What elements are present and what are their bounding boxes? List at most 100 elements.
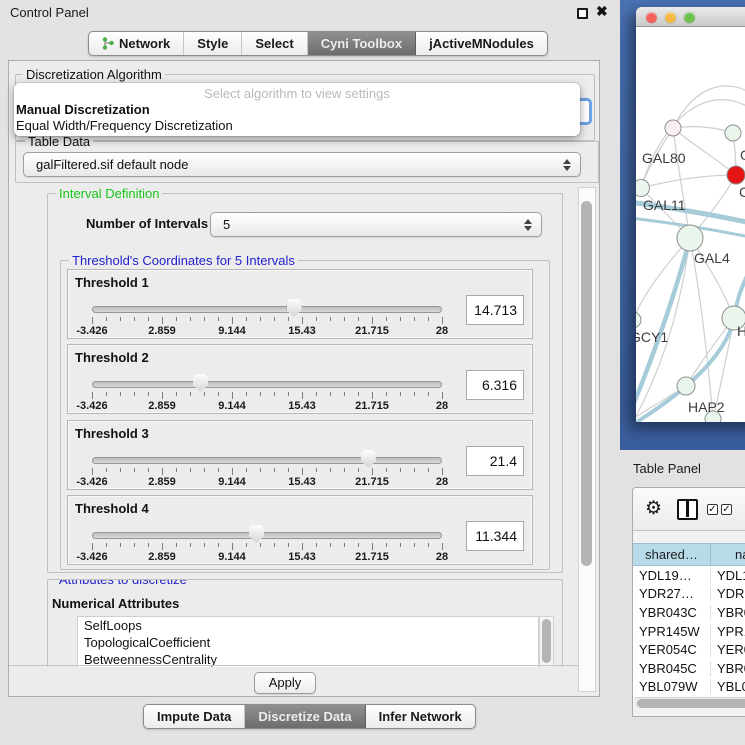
tick-mark bbox=[134, 468, 135, 472]
tick-mark bbox=[162, 543, 163, 550]
table-horizontal-scrollbar[interactable] bbox=[635, 697, 745, 708]
slider-track[interactable] bbox=[92, 457, 442, 464]
network-node-gal11[interactable] bbox=[636, 180, 650, 197]
slider-handle[interactable] bbox=[193, 374, 208, 392]
checkbox-icon[interactable]: ✓ bbox=[721, 504, 732, 515]
network-node-gcy1[interactable] bbox=[636, 312, 641, 328]
tick-mark bbox=[190, 392, 191, 396]
cell-name: YPR1 bbox=[711, 624, 745, 639]
algorithm-groupbox-title: Discretization Algorithm bbox=[23, 67, 165, 82]
number-of-intervals-combobox[interactable]: 5 bbox=[210, 212, 542, 237]
slider-handle[interactable] bbox=[287, 299, 302, 317]
table-rows: YDL19…YDL1YDR27…YDR2YBR043CYBR0YPR145WYP… bbox=[633, 566, 745, 697]
close-traffic-light-icon[interactable] bbox=[646, 12, 657, 23]
cell-shared-name: YDR27… bbox=[633, 586, 711, 601]
checkbox-icon[interactable]: ✓ bbox=[707, 504, 718, 515]
network-window-titlebar bbox=[636, 7, 745, 27]
network-node-selected-node[interactable] bbox=[727, 166, 745, 184]
tick-mark bbox=[190, 317, 191, 321]
tick-mark bbox=[260, 468, 261, 472]
combo-arrows-icon bbox=[563, 159, 571, 171]
zoom-traffic-light-icon[interactable] bbox=[684, 12, 695, 23]
network-node-gal80[interactable] bbox=[665, 120, 681, 136]
tick-mark bbox=[442, 468, 443, 475]
threshold-value-field[interactable]: 11.344 bbox=[466, 521, 524, 551]
network-edge bbox=[636, 238, 690, 320]
tab-infer-network[interactable]: Infer Network bbox=[366, 705, 475, 728]
tab-network[interactable]: Network bbox=[89, 32, 184, 55]
tab-select[interactable]: Select bbox=[242, 32, 307, 55]
tick-mark bbox=[120, 468, 121, 472]
scrollbar-thumb[interactable] bbox=[637, 699, 745, 708]
threshold-value-field[interactable]: 21.4 bbox=[466, 446, 524, 476]
tick-mark bbox=[260, 317, 261, 321]
column-header-2[interactable]: na bbox=[711, 543, 745, 566]
tick-mark bbox=[414, 392, 415, 396]
tick-mark bbox=[106, 468, 107, 472]
float-window-icon[interactable] bbox=[577, 8, 588, 19]
slider-handle[interactable] bbox=[249, 525, 264, 543]
control-panel-window: Control Panel ✖ NetworkStyleSelectCyni T… bbox=[0, 0, 614, 745]
settings-vertical-scrollbar[interactable] bbox=[578, 187, 596, 692]
table-row[interactable]: YPR145WYPR1 bbox=[633, 622, 745, 641]
table-data-combobox[interactable]: galFiltered.sif default node bbox=[23, 152, 581, 177]
tick-mark bbox=[400, 317, 401, 321]
slider-track[interactable] bbox=[92, 306, 442, 313]
table-row[interactable]: YDR27…YDR2 bbox=[633, 585, 745, 604]
algorithm-option-manual-discretization[interactable]: Manual Discretization bbox=[16, 102, 150, 117]
tick-mark bbox=[428, 543, 429, 547]
cell-shared-name: YBR043C bbox=[633, 605, 711, 620]
scrollbar-thumb[interactable] bbox=[581, 201, 592, 566]
table-row[interactable]: YBL079WYBL0 bbox=[633, 678, 745, 697]
column-header-1[interactable]: shared… bbox=[633, 543, 711, 566]
tick-label: -3.426 bbox=[57, 400, 127, 412]
network-view-window[interactable]: GAL80GACGAL11GAL4GCY1HHAP2 bbox=[636, 7, 745, 422]
tick-label: 9.144 bbox=[197, 476, 267, 488]
columns-icon[interactable] bbox=[677, 499, 698, 520]
tick-mark bbox=[134, 392, 135, 396]
slider-track[interactable] bbox=[92, 381, 442, 388]
tick-mark bbox=[176, 317, 177, 321]
tick-mark bbox=[232, 317, 233, 324]
threshold-value-field[interactable]: 6.316 bbox=[466, 370, 524, 400]
apply-button[interactable]: Apply bbox=[254, 672, 316, 694]
tick-mark bbox=[372, 468, 373, 475]
table-row[interactable]: YDL19…YDL1 bbox=[633, 566, 745, 585]
threshold-value-field[interactable]: 14.713 bbox=[466, 295, 524, 325]
attribute-item-selfloops[interactable]: SelfLoops bbox=[78, 617, 538, 634]
tick-mark bbox=[232, 392, 233, 399]
tick-mark bbox=[106, 543, 107, 547]
cell-shared-name: YDL19… bbox=[633, 568, 711, 583]
table-row[interactable]: YBR043CYBR0 bbox=[633, 603, 745, 622]
slider-handle[interactable] bbox=[361, 450, 376, 468]
network-node-gal4[interactable] bbox=[677, 225, 703, 251]
tab-impute-data[interactable]: Impute Data bbox=[144, 705, 245, 728]
table-row[interactable]: YBR045CYBR0 bbox=[633, 659, 745, 678]
network-node-hap2[interactable] bbox=[677, 377, 695, 395]
cell-name: YBR0 bbox=[711, 661, 745, 676]
attributes-scrollbar[interactable] bbox=[539, 616, 554, 667]
tab-cyni-toolbox[interactable]: Cyni Toolbox bbox=[308, 32, 416, 55]
cell-name: YER0 bbox=[711, 642, 745, 657]
tick-mark bbox=[316, 317, 317, 321]
numerical-attributes-list[interactable]: SelfLoopsTopologicalCoefficientBetweenne… bbox=[77, 616, 539, 667]
network-node-node[interactable] bbox=[725, 125, 741, 141]
network-canvas[interactable]: GAL80GACGAL11GAL4GCY1HHAP2 bbox=[636, 27, 745, 422]
minimize-traffic-light-icon[interactable] bbox=[665, 12, 676, 23]
tick-mark bbox=[246, 392, 247, 396]
scrollbar-thumb[interactable] bbox=[542, 619, 551, 663]
tick-mark bbox=[414, 468, 415, 472]
attribute-item-topologicalcoefficient[interactable]: TopologicalCoefficient bbox=[78, 634, 538, 651]
close-icon[interactable]: ✖ bbox=[596, 3, 608, 20]
gear-icon[interactable]: ⚙ bbox=[645, 497, 662, 520]
tab-discretize-data[interactable]: Discretize Data bbox=[245, 705, 365, 728]
tick-mark bbox=[400, 543, 401, 547]
tick-label: 28 bbox=[407, 551, 477, 563]
table-row[interactable]: YER054CYER0 bbox=[633, 640, 745, 659]
tab-style[interactable]: Style bbox=[184, 32, 242, 55]
tick-mark bbox=[232, 543, 233, 550]
tab-jactivemnodules[interactable]: jActiveMNodules bbox=[416, 32, 547, 55]
slider-track[interactable] bbox=[92, 532, 442, 539]
panel-divider bbox=[9, 665, 578, 666]
algorithm-option-equal-width-frequency-discretization[interactable]: Equal Width/Frequency Discretization bbox=[16, 118, 233, 133]
